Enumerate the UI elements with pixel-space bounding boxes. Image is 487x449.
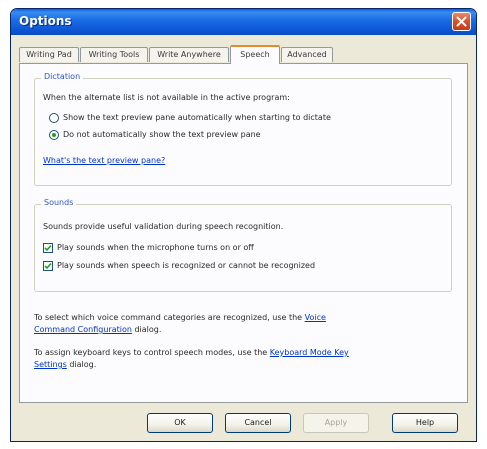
- voice-command-text-line-2: Command Configuration dialog.: [34, 325, 161, 334]
- tab-write-anywhere[interactable]: Write Anywhere: [149, 47, 229, 62]
- keyboard-mode-text-line-1: To assign keyboard keys to control speec…: [34, 348, 349, 357]
- tab-writing-pad[interactable]: Writing Pad: [19, 47, 79, 62]
- radio-show-preview[interactable]: [49, 113, 59, 123]
- dictation-group-label: Dictation: [41, 72, 84, 81]
- sounds-group-label: Sounds: [41, 198, 77, 207]
- cancel-button[interactable]: Cancel: [225, 413, 291, 433]
- radio-show-preview-label[interactable]: Show the text preview pane automatically…: [63, 113, 331, 122]
- help-button[interactable]: Help: [392, 413, 458, 433]
- close-icon: [456, 16, 467, 27]
- keyboard-mode-text-line-2: Settings dialog.: [34, 360, 96, 369]
- checkbox-recognition-sounds[interactable]: [43, 261, 53, 271]
- keyboard-mode-text-after: dialog.: [66, 360, 97, 369]
- dictation-intro-text: When the alternate list is not available…: [43, 93, 290, 102]
- voice-command-text-before: To select which voice command categories…: [34, 313, 305, 322]
- checkmark-icon: [44, 262, 52, 270]
- tab-speech[interactable]: Speech: [230, 45, 280, 64]
- radio-do-not-show-preview-label[interactable]: Do not automatically show the text previ…: [63, 130, 261, 139]
- text-preview-pane-link[interactable]: What's the text preview pane?: [43, 156, 165, 165]
- sounds-group: Sounds Sounds provide useful validation …: [34, 198, 452, 292]
- apply-button[interactable]: Apply: [303, 413, 369, 433]
- voice-command-link-part1[interactable]: Voice: [305, 313, 326, 322]
- radio-do-not-show-preview[interactable]: [49, 130, 59, 140]
- tab-writing-tools[interactable]: Writing Tools: [80, 47, 148, 62]
- dictation-group: Dictation When the alternate list is not…: [34, 72, 452, 186]
- checkbox-recognition-sounds-label[interactable]: Play sounds when speech is recognized or…: [57, 261, 315, 270]
- title-bar[interactable]: Options: [11, 9, 476, 35]
- checkbox-microphone-sounds-label[interactable]: Play sounds when the microphone turns on…: [57, 243, 254, 252]
- voice-command-link-part2[interactable]: Command Configuration: [34, 325, 132, 334]
- keyboard-mode-text-before: To assign keyboard keys to control speec…: [34, 348, 270, 357]
- options-dialog: Options Writing Pad Writing Tools Write …: [10, 8, 477, 442]
- keyboard-mode-link-part1[interactable]: Keyboard Mode Key: [270, 348, 349, 357]
- checkbox-microphone-sounds[interactable]: [43, 243, 53, 253]
- voice-command-text-after: dialog.: [131, 325, 162, 334]
- close-button[interactable]: [452, 12, 471, 31]
- voice-command-text-line-1: To select which voice command categories…: [34, 313, 326, 322]
- window-title: Options: [19, 14, 72, 28]
- keyboard-mode-link-part2[interactable]: Settings: [34, 360, 67, 369]
- sounds-intro-text: Sounds provide useful validation during …: [43, 222, 284, 231]
- tab-advanced[interactable]: Advanced: [281, 47, 333, 62]
- speech-tab-panel: Dictation When the alternate list is not…: [19, 63, 468, 403]
- ok-button[interactable]: OK: [147, 413, 213, 433]
- checkmark-icon: [44, 244, 52, 252]
